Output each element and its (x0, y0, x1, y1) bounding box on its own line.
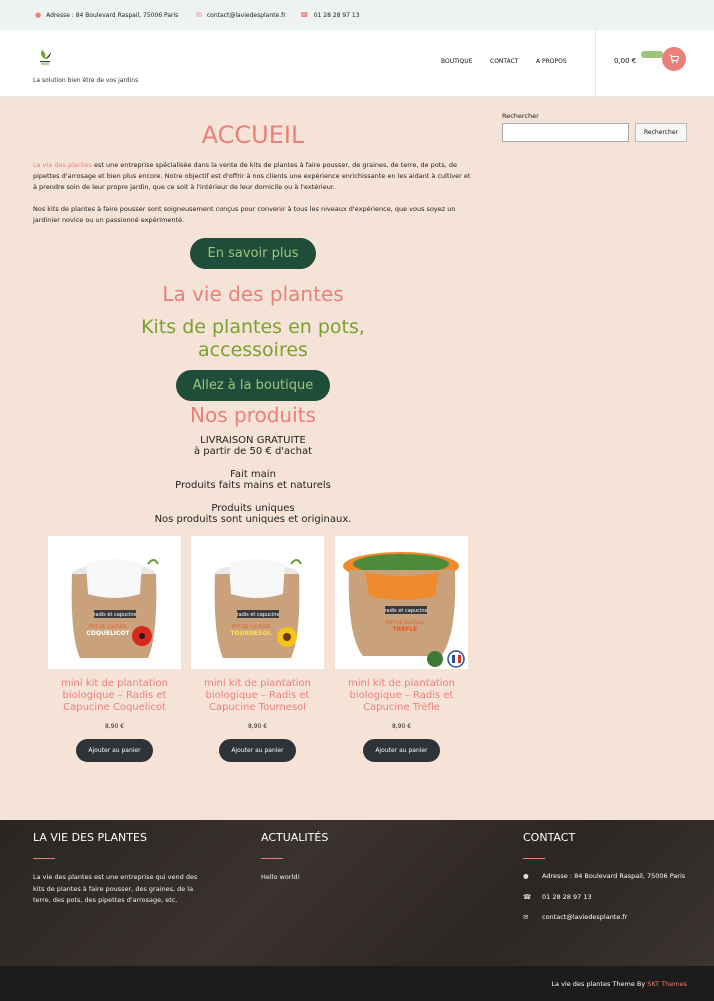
footer-credit: La vie des plantes Theme By SKT Themes (551, 980, 687, 988)
footer-contact-title: CONTACT (523, 831, 576, 844)
footer-bottom-bar: La vie des plantes Theme By SKT Themes (0, 966, 714, 1001)
footer-about: LA VIE DES PLANTES La vie des plantes es… (33, 831, 203, 907)
search-label: Rechercher (502, 112, 539, 120)
products-heading: Nos produits (190, 403, 316, 427)
topbar-phone-text[interactable]: 01 28 28 97 13 (314, 12, 360, 19)
intro-paragraph-2: Nos kits de plantes à faire pousser sont… (33, 205, 456, 224)
page-title: ACCUEIL (201, 121, 305, 149)
product-image[interactable]: radis et capucine POT DE CULTURE TRÈFLE (335, 536, 468, 669)
feature-text: à partir de 50 € d'achat (193, 446, 313, 457)
feature-unique: Produits uniques Nos produits sont uniqu… (33, 503, 473, 525)
site-footer: LA VIE DES PLANTES La vie des plantes es… (0, 820, 714, 966)
intro-paragraph: La vie des plantes est une entreprise sp… (33, 160, 473, 193)
product-brand-label: radis et capucine (93, 612, 136, 618)
nav-contact[interactable]: CONTACT (490, 58, 518, 65)
footer-news: ACTUALITÉS Hello world! (261, 831, 441, 884)
product-name-link[interactable]: mini kit de plantation biologique – Radi… (191, 678, 324, 714)
credit-link[interactable]: SKT Themes (647, 980, 687, 988)
cart-button[interactable] (662, 47, 686, 71)
product-variety-label: COQUELICOT (86, 630, 130, 637)
brand-heading: La vie des plantes (162, 282, 344, 306)
credit-text: La vie des plantes Theme By (551, 980, 648, 988)
footer-about-text: La vie des plantes est une entreprise qu… (33, 873, 198, 904)
feature-text: Nos produits sont uniques et originaux. (154, 514, 352, 525)
add-to-cart-button[interactable]: Ajouter au panier (76, 739, 153, 762)
header-divider (595, 30, 596, 97)
product-price: 8,90 € (247, 723, 268, 730)
cart-total[interactable]: 0,00 € (614, 57, 636, 65)
footer-title-underline (261, 858, 283, 859)
product-name-link[interactable]: mini kit de plantation biologique – Radi… (48, 678, 181, 714)
footer-about-title: LA VIE DES PLANTES (33, 831, 147, 844)
footer-phone-text[interactable]: 01 28 28 97 13 (542, 892, 592, 904)
kits-heading-line1: Kits de plantes en pots, (141, 316, 365, 338)
feature-text: Produits faits mains et naturels (175, 480, 331, 491)
footer-news-title: ACTUALITÉS (261, 831, 329, 844)
footer-email-text[interactable]: contact@laviedesplante.fr (542, 912, 627, 924)
search-button[interactable]: Rechercher (635, 123, 687, 142)
envelope-icon: ✉ (523, 913, 529, 921)
envelope-icon: ✉ (196, 11, 202, 19)
nav-boutique[interactable]: BOUTIQUE (441, 58, 472, 65)
topbar-email[interactable]: ✉ contact@laviedesplante.fr (196, 11, 286, 19)
product-price: 8,90 € (104, 723, 125, 730)
product-variety-label: TOURNESOL (230, 630, 271, 637)
search-input[interactable] (502, 123, 629, 142)
feature-title: Produits uniques (211, 503, 295, 514)
feature-title: LIVRAISON GRATUITE (200, 435, 306, 446)
footer-news-link[interactable]: Hello world! (261, 872, 441, 884)
topbar-email-text[interactable]: contact@laviedesplante.fr (207, 12, 286, 19)
feature-free-delivery: LIVRAISON GRATUITE à partir de 50 € d'ac… (33, 435, 473, 457)
site-header: La solution bien être de vos jardins BOU… (0, 30, 714, 97)
kits-heading-line2: accessoires (198, 339, 308, 361)
kits-heading: Kits de plantes en pots, accessoires (33, 316, 473, 362)
topbar-phone[interactable]: ☎ 01 28 28 97 13 (300, 11, 360, 19)
product-price: 8,90 € (391, 723, 412, 730)
shopping-cart-icon (669, 54, 679, 64)
top-bar: ● Adresse : 84 Boulevard Raspail, 75006 … (0, 0, 714, 30)
site-tagline: La solution bien être de vos jardins (33, 77, 139, 84)
product-name-link[interactable]: mini kit de plantation biologique – Radi… (335, 678, 468, 714)
product-brand-label: radis et capucine (384, 608, 427, 614)
intro-text: est une entreprise spécialisée dans la v… (33, 161, 471, 191)
phone-icon: ☎ (523, 892, 532, 901)
footer-email[interactable]: ✉ contact@laviedesplante.fr (523, 912, 693, 924)
topbar-address-text: Adresse : 84 Boulevard Raspail, 75006 Pa… (46, 11, 179, 19)
footer-address: ● Adresse : 84 Boulevard Raspail, 75006 … (523, 871, 693, 883)
footer-title-underline (33, 858, 55, 859)
product-image[interactable]: radis et capucine POT DE CULTURE COQUELI… (48, 536, 181, 669)
topbar-address: ● Adresse : 84 Boulevard Raspail, 75006 … (35, 11, 178, 19)
footer-title-underline (523, 858, 545, 859)
cart-badge (641, 51, 663, 58)
feature-handmade: Fait main Produits faits mains et nature… (33, 469, 473, 491)
footer-contact: CONTACT ● Adresse : 84 Boulevard Raspail… (523, 831, 693, 924)
learn-more-button[interactable]: En savoir plus (190, 238, 316, 269)
intro-brand-link[interactable]: La vie des plantes (33, 161, 92, 169)
product-card: radis et capucine POT DE CULTURE COQUELI… (48, 536, 181, 762)
site-logo[interactable] (38, 49, 52, 67)
nav-a-propos[interactable]: A PROPOS (536, 58, 567, 65)
product-variety-label: TRÈFLE (393, 625, 418, 633)
go-to-shop-button[interactable]: Allez à la boutique (176, 370, 330, 401)
product-card: radis et capucine POT DE CULTURE TOURNES… (191, 536, 324, 762)
product-brand-label: radis et capucine (236, 612, 279, 618)
footer-phone[interactable]: ☎ 01 28 28 97 13 (523, 892, 693, 904)
product-card: radis et capucine POT DE CULTURE TRÈFLE … (335, 536, 468, 762)
add-to-cart-button[interactable]: Ajouter au panier (219, 739, 296, 762)
add-to-cart-button[interactable]: Ajouter au panier (363, 739, 440, 762)
feature-title: Fait main (230, 469, 276, 480)
phone-icon: ☎ (300, 11, 309, 19)
map-marker-icon: ● (35, 11, 42, 19)
footer-address-text: Adresse : 84 Boulevard Raspail, 75006 Pa… (542, 872, 686, 880)
product-image[interactable]: radis et capucine POT DE CULTURE TOURNES… (191, 536, 324, 669)
map-marker-icon: ● (523, 872, 529, 880)
